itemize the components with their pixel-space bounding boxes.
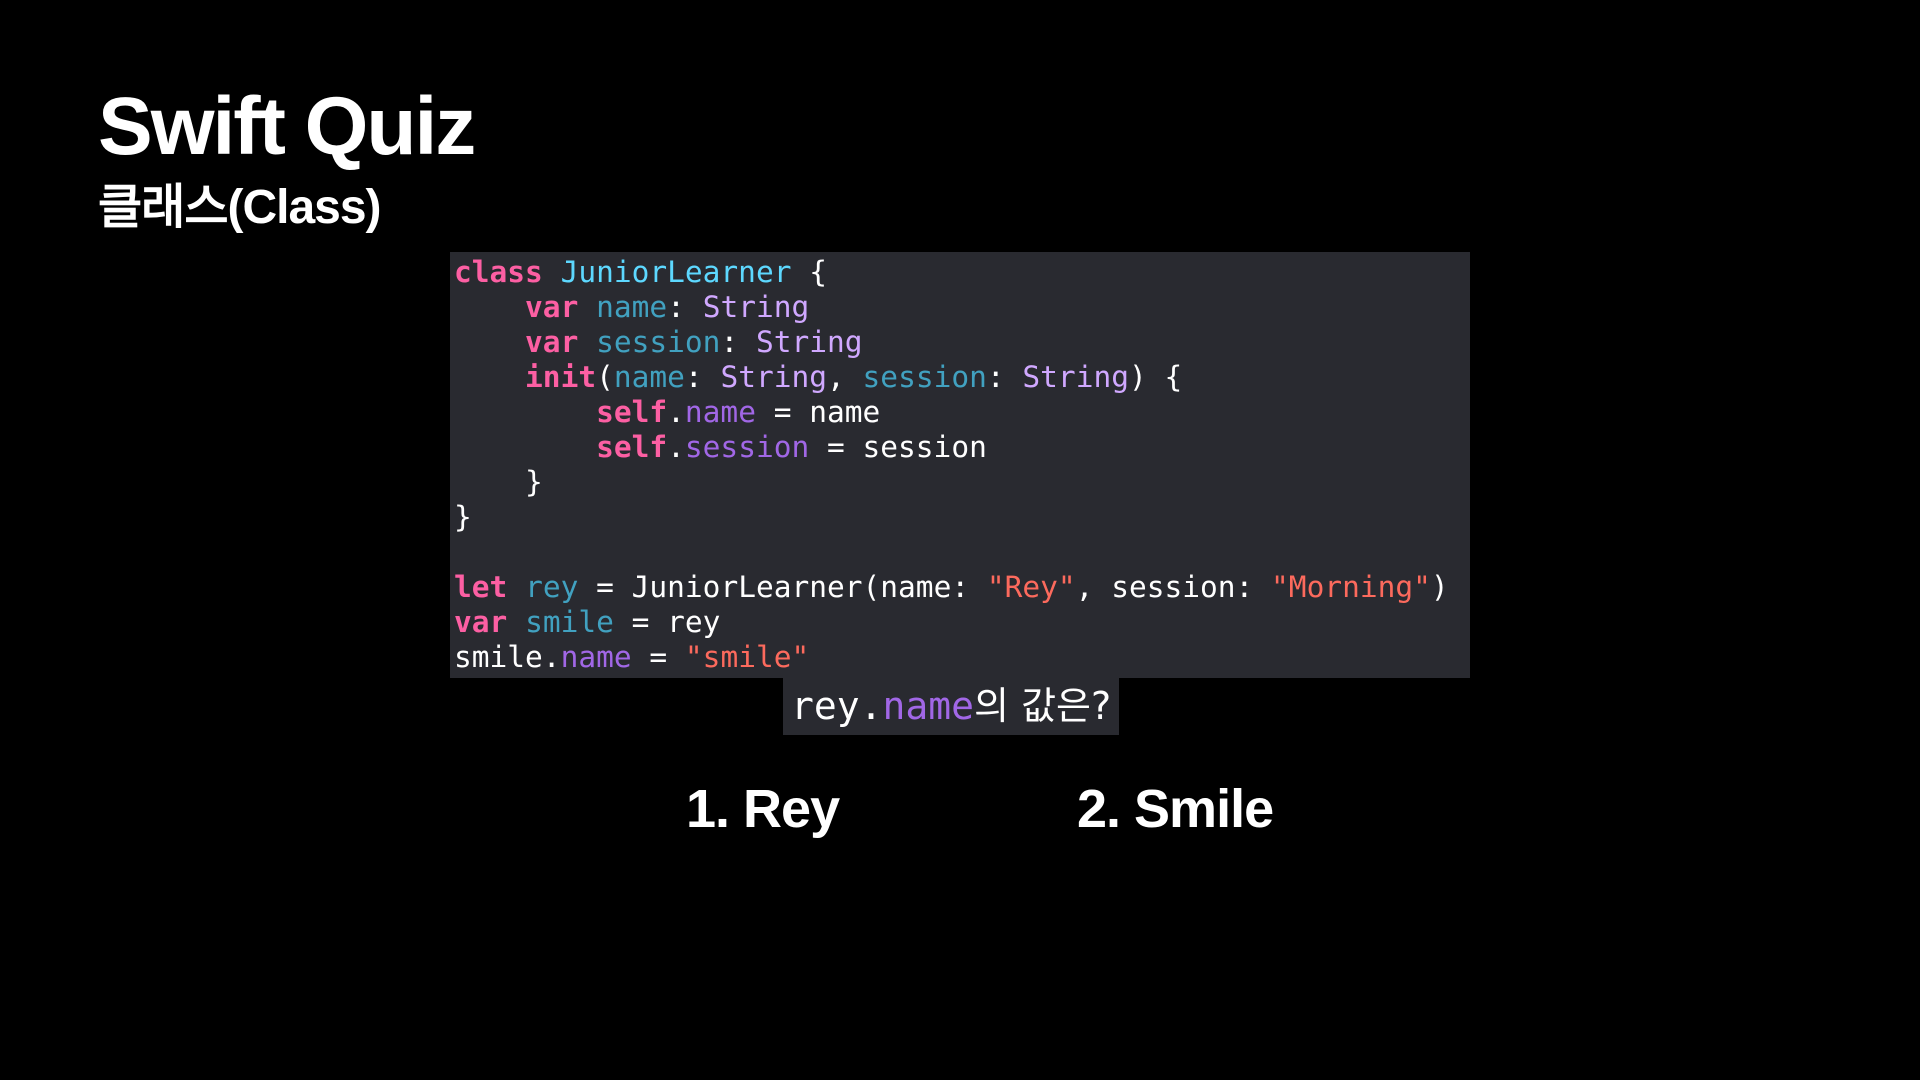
code-token: , (827, 360, 863, 394)
question-object: rey. (791, 684, 883, 728)
code-line: var name: String (454, 290, 1470, 325)
quiz-question: rey.name의 값은? (783, 678, 1120, 735)
code-token: = session (809, 430, 987, 464)
code-token: ( (596, 360, 614, 394)
code-block: class JuniorLearner { var name: String v… (450, 252, 1470, 678)
code-token: } (454, 500, 472, 534)
code-line: class JuniorLearner { (454, 255, 1470, 290)
code-line: } (454, 500, 1470, 535)
code-token: var (454, 605, 508, 639)
code-token: String (755, 325, 863, 359)
answer-option-2[interactable]: 2. Smile (1077, 782, 1274, 836)
answer-option-1[interactable]: 1. Rey (686, 782, 840, 836)
code-token: ) (1430, 570, 1449, 604)
code-line: } (454, 465, 1470, 500)
code-token: "smile" (684, 640, 810, 674)
slide-title: Swift Quiz (98, 81, 476, 172)
code-token: = (631, 640, 685, 674)
slide-subtitle: 클래스(Class) (98, 181, 382, 234)
question-suffix: 의 값은? (974, 684, 1112, 728)
code-token: : (667, 290, 703, 324)
code-token: name (613, 360, 685, 394)
code-token: rey (525, 570, 579, 604)
code-line: self.session = session (454, 430, 1470, 465)
code-token: . (667, 395, 685, 429)
code-line: let rey = JuniorLearner(name: "Rey", ses… (454, 570, 1470, 605)
code-token: : (720, 325, 756, 359)
code-line: self.name = name (454, 395, 1470, 430)
code-token: String (720, 360, 828, 394)
code-token: class (454, 255, 543, 289)
code-line: smile.name = "smile" (454, 640, 1470, 675)
code-token: init (525, 360, 597, 394)
code-token: self (596, 430, 668, 464)
code-token: smile. (454, 640, 561, 674)
code-token: = name (755, 395, 881, 429)
code-token: , session: (1075, 570, 1272, 604)
code-token: String (1022, 360, 1129, 394)
code-token: = JuniorLearner(name: (578, 570, 987, 604)
code-token: = rey (613, 605, 721, 639)
code-line: var session: String (454, 325, 1470, 360)
code-line: init(name: String, session: String) { (454, 360, 1470, 395)
quiz-slide: Swift Quiz 클래스(Class) class JuniorLearne… (0, 0, 1920, 1080)
code-token: { (791, 255, 827, 289)
code-token: smile (525, 605, 614, 639)
code-token: } (454, 465, 543, 499)
code-token: name (596, 290, 668, 324)
code-token: session (862, 360, 987, 394)
code-token: self (596, 395, 668, 429)
code-token: let (454, 570, 508, 604)
code-token: String (702, 290, 810, 324)
code-line: var smile = rey (454, 605, 1470, 640)
code-token: var (525, 325, 579, 359)
code-token: name (560, 640, 632, 674)
code-token: : (986, 360, 1023, 394)
code-token: session (684, 430, 810, 464)
code-token: var (525, 290, 579, 324)
code-token: name (684, 395, 756, 429)
code-token: ) { (1128, 360, 1183, 394)
code-token: . (667, 430, 685, 464)
code-token: "Rey" (986, 570, 1076, 604)
question-property: name (882, 684, 975, 728)
code-token: JuniorLearner (560, 255, 792, 289)
code-token: : (684, 360, 721, 394)
code-token: "Morning" (1271, 570, 1431, 604)
code-token: session (596, 325, 721, 359)
